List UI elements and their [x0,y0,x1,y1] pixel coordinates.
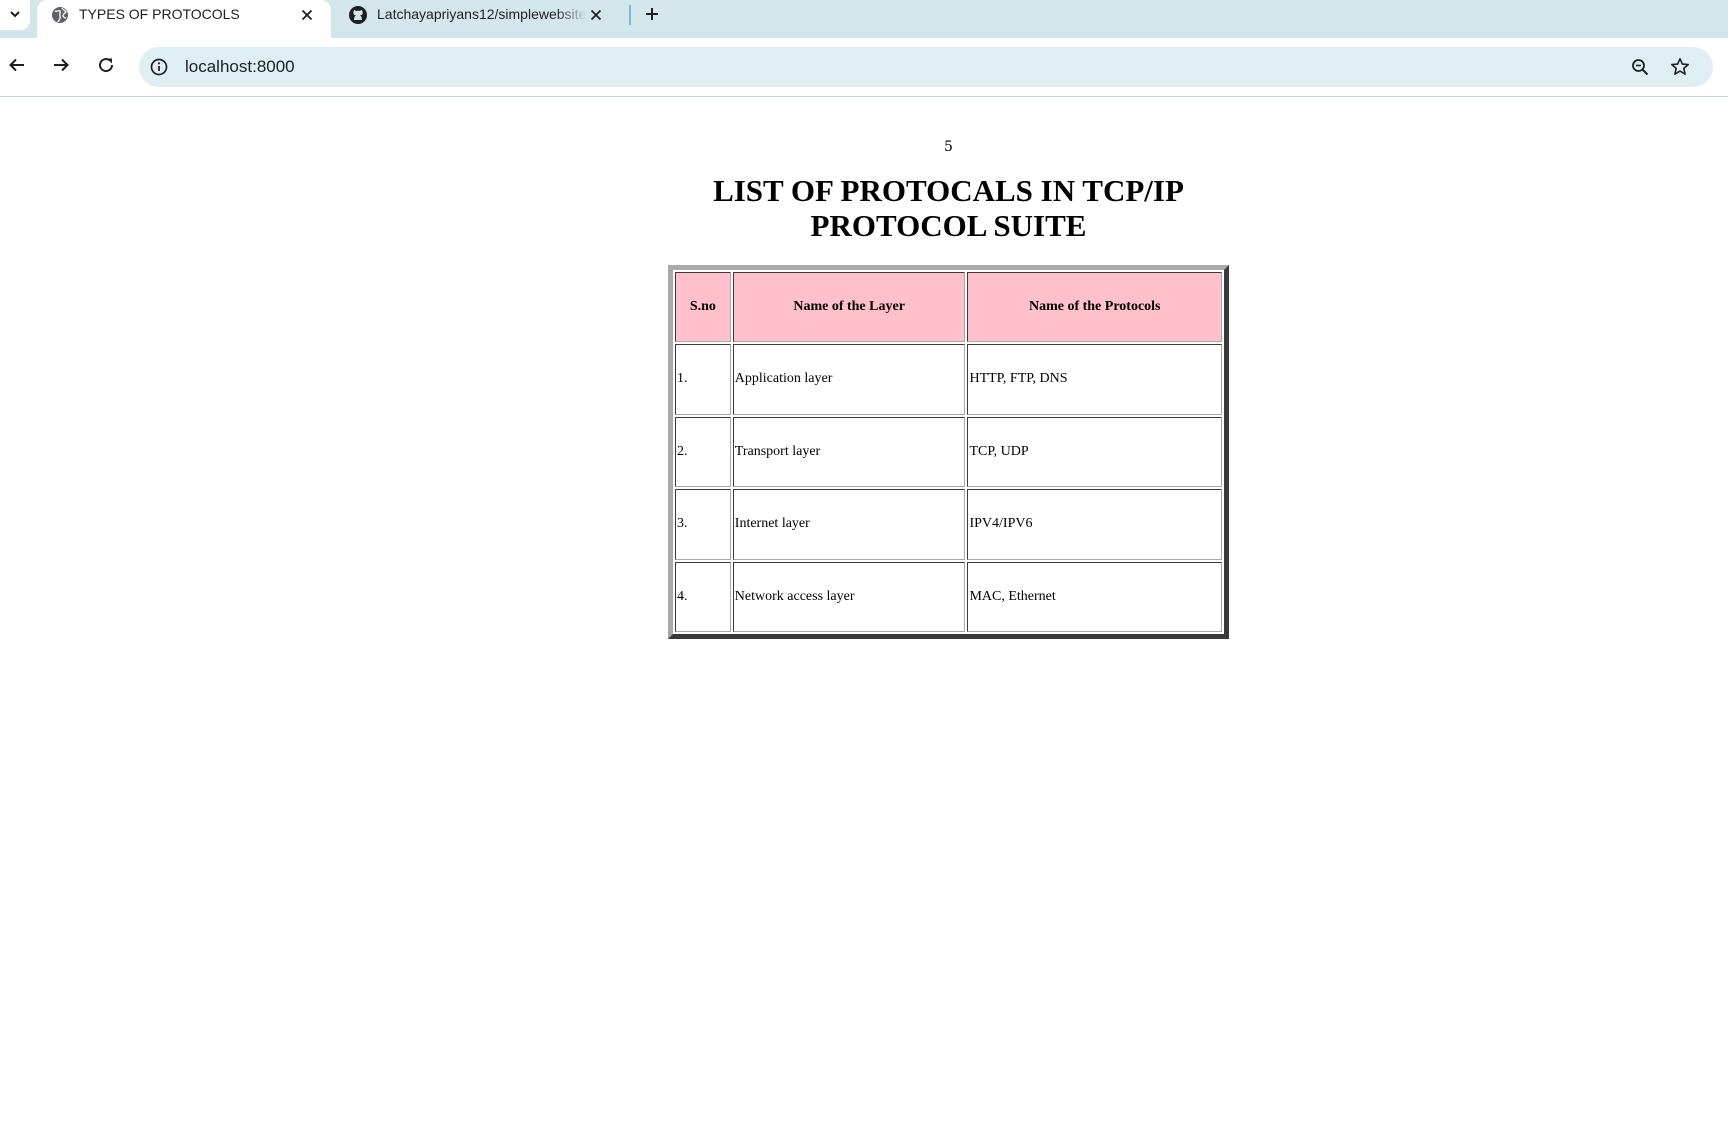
github-icon [348,5,368,25]
toolbar-divider [0,96,1728,97]
reload-icon [97,56,115,78]
tab-separator [629,5,631,25]
protocols-table: S.no Name of the Layer Name of the Proto… [668,265,1229,639]
tab-types-of-protocols[interactable]: TYPES OF PROTOCOLS [37,0,331,38]
plus-icon [644,6,660,26]
close-icon[interactable] [297,5,317,25]
heading-line-1: LIST OF PROTOCALS IN TCP/IP [713,173,1184,208]
table-row: 4. Network access layer MAC, Ethernet [675,561,1222,632]
cell-layer: Transport layer [732,416,966,487]
arrow-right-icon [52,56,70,78]
info-icon[interactable] [149,57,169,77]
cell-protocols: TCP, UDP [967,416,1222,487]
tab-search-button[interactable] [0,0,30,30]
cell-protocols: IPV4/IPV6 [967,489,1222,560]
back-button[interactable] [2,52,32,82]
close-icon[interactable] [586,5,606,25]
browser-toolbar: localhost:8000 [0,38,1728,96]
cell-protocols: HTTP, FTP, DNS [967,344,1222,415]
page-number: 5 [944,139,953,155]
tab-strip: TYPES OF PROTOCOLS Latchayapriyans12/sim… [0,0,1728,38]
heading-line-2: PROTOCOL SUITE [810,208,1087,243]
cell-protocols: MAC, Ethernet [967,561,1222,632]
cell-sno: 1. [675,344,731,415]
tab-github-repo[interactable]: Latchayapriyans12/simplewebsite [335,0,620,38]
address-url: localhost:8000 [185,57,295,76]
zoom-icon[interactable] [1630,57,1650,77]
cell-sno: 2. [675,416,731,487]
cell-layer: Network access layer [732,561,966,632]
globe-icon [50,5,70,25]
header-sno: S.no [675,272,731,342]
table-header-row: S.no Name of the Layer Name of the Proto… [675,272,1222,342]
new-tab-button[interactable] [639,3,665,29]
header-protocol-names: Name of the Protocols [967,272,1222,342]
forward-button[interactable] [46,52,76,82]
reload-button[interactable] [91,52,121,82]
tab-title: TYPES OF PROTOCOLS [79,6,240,22]
table-row: 3. Internet layer IPV4/IPV6 [675,489,1222,560]
table-row: 1. Application layer HTTP, FTP, DNS [675,344,1222,415]
address-bar[interactable]: localhost:8000 [139,47,1713,87]
header-layer-name: Name of the Layer [732,272,966,342]
cell-layer: Application layer [732,344,966,415]
tab-title: Latchayapriyans12/simplewebsite [377,6,587,22]
cell-sno: 4. [675,561,731,632]
cell-layer: Internet layer [732,489,966,560]
star-icon[interactable] [1670,57,1690,77]
chevron-down-icon [8,6,22,25]
table-row: 2. Transport layer TCP, UDP [675,416,1222,487]
cell-sno: 3. [675,489,731,560]
page-heading: LIST OF PROTOCALS IN TCP/IP PROTOCOL SUI… [700,173,1197,243]
arrow-left-icon [8,56,26,78]
